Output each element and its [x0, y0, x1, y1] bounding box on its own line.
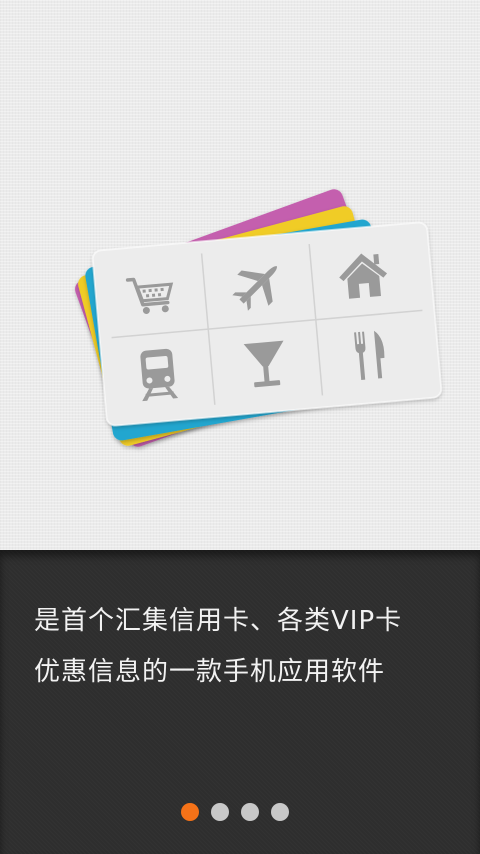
- page-dot-3[interactable]: [241, 803, 259, 821]
- caption-line-2: 优惠信息的一款手机应用软件: [34, 657, 386, 687]
- onboarding-screen: 是首个汇集信用卡、各类VIP卡 优惠信息的一款手机应用软件: [0, 0, 480, 854]
- page-dot-4[interactable]: [271, 803, 289, 821]
- front-card: [91, 221, 443, 427]
- caption-line-1: 是首个汇集信用卡、各类VIP卡: [34, 606, 403, 636]
- page-dot-1[interactable]: [181, 803, 199, 821]
- card-stack-illustration: [75, 189, 443, 447]
- page-dot-2[interactable]: [211, 803, 229, 821]
- page-indicator: [181, 803, 289, 821]
- illustration-panel: [0, 0, 480, 550]
